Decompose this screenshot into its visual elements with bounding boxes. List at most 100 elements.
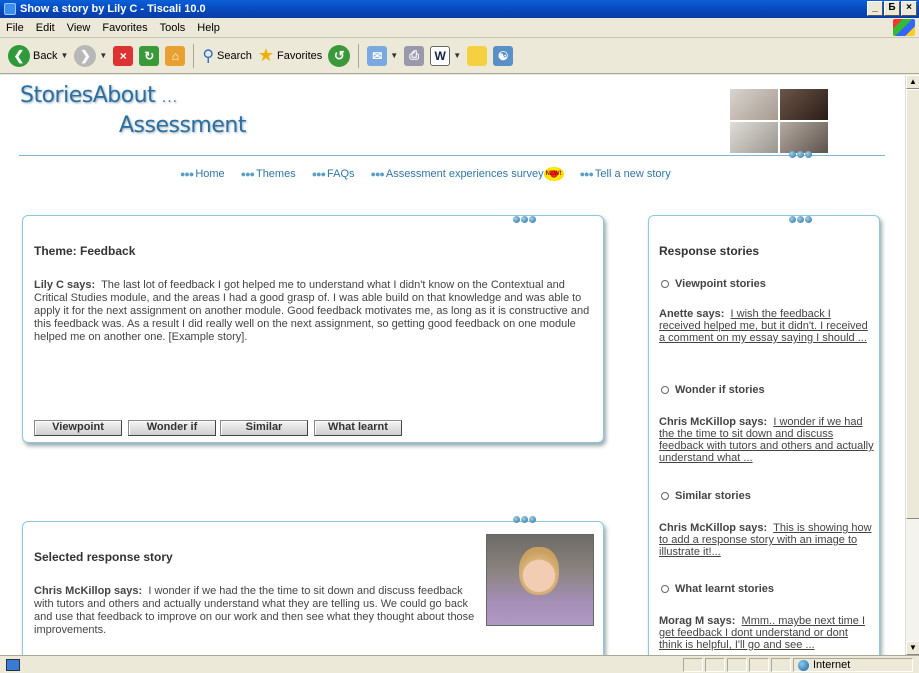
edit-button[interactable]: W ▼	[430, 45, 461, 66]
header-photo	[730, 122, 778, 153]
header-dot	[789, 151, 796, 158]
mail-dropdown-icon[interactable]: ▼	[390, 51, 398, 60]
selected-response-title: Selected response story	[34, 550, 173, 564]
nav-survey[interactable]: ●●● Assessment experiences survey NEW!	[371, 167, 564, 181]
nav-dots-icon: ●●●	[311, 169, 326, 179]
header-dot	[797, 151, 804, 158]
logo-dots: ...	[161, 90, 179, 106]
status-cell	[705, 658, 725, 672]
status-cell	[771, 658, 791, 672]
discuss-icon[interactable]	[467, 45, 488, 66]
toolbar-separator	[193, 43, 195, 68]
nav-faqs-label: FAQs	[327, 168, 355, 180]
new-badge: NEW!	[543, 167, 564, 181]
favorites-button[interactable]: ★ Favorites	[258, 45, 322, 66]
window-title: Show a story by Lily C - Tiscali 10.0	[20, 3, 206, 15]
selected-story: Chris McKillop says: I wonder if we had …	[34, 585, 479, 637]
panel-dot	[521, 516, 528, 523]
history-icon[interactable]: ↺	[328, 44, 351, 67]
messenger-icon[interactable]: ☯	[493, 45, 514, 66]
forward-dropdown-icon[interactable]: ▼	[99, 51, 107, 60]
bullet-icon	[661, 585, 669, 593]
status-cells	[683, 658, 791, 672]
minimize-button[interactable]: _	[867, 1, 883, 16]
status-cell	[749, 658, 769, 672]
home-icon[interactable]: ⌂	[165, 45, 186, 66]
selected-story-author: Chris McKillop says:	[34, 585, 143, 597]
status-bar: Internet	[0, 655, 919, 673]
viewpoint-story-author: Anette says:	[659, 308, 725, 320]
main-story: Lily C says: The last lot of feedback I …	[34, 279, 594, 344]
similar-story-author: Chris McKillop says:	[659, 522, 768, 534]
viewpoint-button[interactable]: Viewpoint	[34, 420, 122, 436]
nav-home[interactable]: ●●● Home	[180, 168, 225, 180]
search-button[interactable]: ⚲ Search	[202, 46, 252, 66]
restore-button[interactable]: Б	[884, 1, 900, 16]
scroll-thumb[interactable]	[906, 89, 919, 519]
search-icon: ⚲	[202, 47, 215, 65]
header-photo	[730, 89, 778, 120]
panel-dot	[529, 516, 536, 523]
scroll-down-icon[interactable]: ▼	[906, 641, 919, 655]
nav-dots-icon: ●●●	[240, 169, 255, 179]
forward-button[interactable]: ❯ ▼	[74, 44, 107, 67]
panel-dot	[805, 216, 812, 223]
page-viewport: StoriesAbout ... Assessment ●●● Home ●●●…	[0, 75, 905, 655]
portrait-face	[519, 547, 559, 595]
back-arrow-icon: ❮	[8, 44, 30, 67]
menu-tools[interactable]: Tools	[160, 22, 186, 34]
site-logo-line2[interactable]: Assessment	[119, 113, 246, 138]
main-story-panel: Theme: Feedback Lily C says: The last lo…	[22, 215, 604, 443]
site-logo-line1[interactable]: StoriesAbout ...	[20, 83, 178, 108]
nav-dots-icon: ●●●	[370, 169, 385, 179]
nav-survey-label: Assessment experiences survey	[385, 168, 544, 180]
bullet-icon	[661, 280, 669, 288]
browser-toolbar: ❮ Back ▼ ❯ ▼ × ↻ ⌂ ⚲ Search ★ Favorites …	[0, 38, 919, 74]
status-cell	[683, 658, 703, 672]
header-dots	[789, 151, 812, 158]
panel-dot	[797, 216, 804, 223]
print-icon[interactable]: ⎙	[404, 45, 425, 66]
refresh-icon[interactable]: ↻	[139, 45, 160, 66]
menu-edit[interactable]: Edit	[36, 22, 55, 34]
windows-logo-icon	[893, 19, 915, 36]
nav-dots-icon: ●●●	[180, 169, 194, 179]
menu-help[interactable]: Help	[197, 22, 220, 34]
word-icon: W	[430, 45, 451, 66]
panel-dots	[789, 216, 812, 223]
menu-favorites[interactable]: Favorites	[102, 22, 147, 34]
header-photo	[780, 122, 828, 153]
scroll-up-icon[interactable]: ▲	[906, 75, 919, 89]
main-story-author: Lily C says:	[34, 279, 96, 291]
nav-home-label: Home	[195, 168, 225, 180]
wonder-if-button[interactable]: Wonder if	[128, 420, 216, 436]
theme-title: Theme: Feedback	[34, 244, 136, 258]
wonder-if-story-item: Chris McKillop says: I wonder if we had …	[659, 416, 874, 464]
close-button[interactable]: ×	[901, 1, 917, 16]
mail-button[interactable]: ✉ ▼	[367, 45, 398, 66]
menu-file[interactable]: File	[6, 22, 24, 34]
response-photo	[486, 534, 594, 626]
panel-dots	[513, 216, 536, 223]
similar-button[interactable]: Similar	[220, 420, 308, 436]
header-divider	[19, 155, 885, 156]
bullet-icon	[661, 492, 669, 500]
back-button[interactable]: ❮ Back ▼	[8, 44, 68, 67]
similar-stories-label: Similar stories	[675, 490, 751, 502]
toolbar-separator	[358, 43, 360, 68]
nav-faqs[interactable]: ●●● FAQs	[312, 168, 355, 180]
what-learnt-story-author: Morag M says:	[659, 615, 736, 627]
edit-dropdown-icon[interactable]: ▼	[453, 51, 461, 60]
nav-tell-story[interactable]: ●●● Tell a new story	[580, 168, 671, 180]
back-dropdown-icon[interactable]: ▼	[60, 51, 68, 60]
what-learnt-button[interactable]: What learnt	[314, 420, 402, 436]
favorites-star-icon: ★	[257, 45, 275, 65]
menu-view[interactable]: View	[67, 22, 91, 34]
stop-icon[interactable]: ×	[113, 45, 134, 66]
response-stories-title: Response stories	[659, 244, 760, 258]
nav-themes[interactable]: ●●● Themes	[241, 168, 296, 180]
nav-themes-label: Themes	[255, 168, 296, 180]
header-photo	[780, 89, 828, 120]
vertical-scrollbar[interactable]: ▲ ▼	[905, 75, 919, 655]
header-dot	[805, 151, 812, 158]
